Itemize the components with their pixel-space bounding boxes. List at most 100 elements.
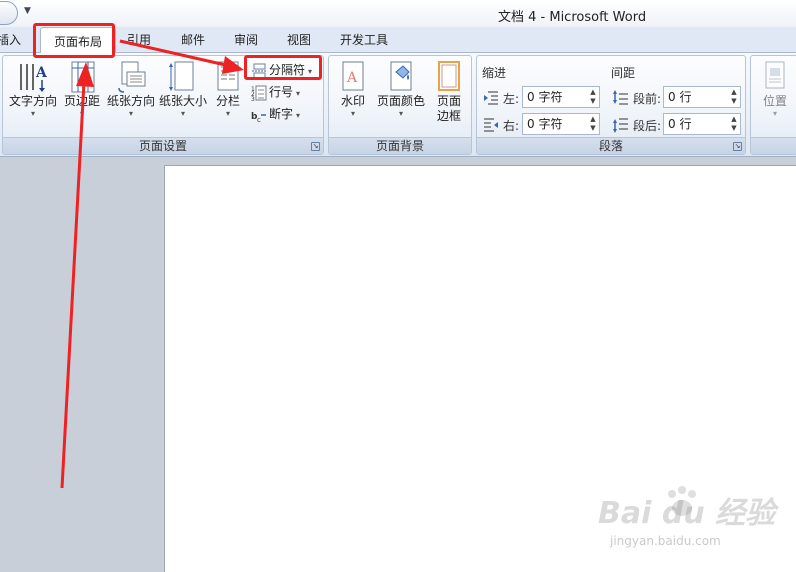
title-bar: ▼ 文档 4 - Microsoft Word — [0, 0, 796, 27]
tab-page-layout[interactable]: 页面布局 — [40, 27, 117, 54]
page-borders-label-2: 边框 — [436, 109, 461, 123]
page-color-label: 页面颜色 — [376, 94, 425, 108]
tab-view[interactable]: 视图 — [287, 31, 311, 48]
arrange-group: 位置 ▾ — [750, 55, 796, 155]
watermark-button[interactable]: A 水印 ▾ — [333, 58, 373, 130]
tab-review[interactable]: 审阅 — [234, 31, 258, 48]
spinner-arrows-icon[interactable]: ▲ ▼ — [588, 115, 598, 133]
page-setup-group: A 文字方向 ▾ 页边距 ▾ 纸张方向 ▾ 纸张大小 ▾ 分栏 ▾ 分隔符 ▾ … — [2, 55, 324, 155]
chevron-down-icon: ▾ — [772, 109, 777, 118]
watermark-brand: Bai du 经验 — [598, 496, 776, 531]
page-setup-launcher-icon[interactable]: ↘ — [311, 142, 320, 151]
text-direction-button[interactable]: A 文字方向 ▾ — [7, 58, 59, 130]
margins-button[interactable]: 页边距 ▾ — [59, 58, 105, 130]
line-numbers-button[interactable]: 1 2 3 行号 ▾ — [251, 82, 300, 102]
page-setup-group-label: 页面设置 — [3, 137, 323, 154]
spacing-after-value: 0 行 — [668, 117, 692, 131]
spinner-arrows-icon[interactable]: ▲ ▼ — [588, 88, 598, 106]
window-title: 文档 4 - Microsoft Word — [498, 10, 647, 25]
position-icon — [765, 61, 785, 89]
paragraph-group-label: 段落 — [477, 137, 745, 154]
watermark-label: 水印 — [340, 94, 365, 108]
indent-right-icon — [484, 118, 498, 132]
paper-size-icon — [169, 61, 194, 91]
chevron-down-icon: ▾ — [225, 109, 230, 118]
spacing-title: 间距 — [611, 66, 636, 80]
chevron-down-icon: ▾ — [79, 109, 84, 118]
position-label: 位置 — [762, 94, 787, 108]
columns-label: 分栏 — [215, 94, 240, 108]
margins-label: 页边距 — [63, 94, 100, 108]
indent-right-label: 右: — [503, 119, 520, 133]
line-numbers-label: 行号 — [269, 85, 294, 99]
orientation-button[interactable]: 纸张方向 ▾ — [105, 58, 157, 130]
tab-insert[interactable]: 插入 — [0, 31, 21, 48]
hyphenation-icon: b c — [251, 112, 266, 123]
spacing-before-label: 段前: — [633, 92, 662, 106]
ribbon: A 文字方向 ▾ 页边距 ▾ 纸张方向 ▾ 纸张大小 ▾ 分栏 ▾ 分隔符 ▾ … — [0, 53, 796, 157]
page-borders-icon — [438, 61, 460, 91]
chevron-down-icon: ▾ — [128, 109, 133, 118]
baidu-watermark: Bai du 经验 jingyan.baidu.com — [588, 486, 788, 556]
page-borders-button[interactable]: 页面 边框 — [429, 58, 469, 130]
paragraph-group: 缩进 间距 左: 0 字符 ▲ ▼ 右: 0 字符 ▲ ▼ 段前: 0 行 ▲ … — [476, 55, 746, 155]
position-button[interactable]: 位置 ▾ — [755, 58, 795, 130]
tab-developer[interactable]: 开发工具 — [340, 31, 388, 48]
orientation-icon — [118, 61, 146, 93]
chevron-down-icon: ▾ — [30, 109, 35, 118]
spinner-arrows-icon[interactable]: ▲ ▼ — [729, 88, 739, 106]
spacing-after-input[interactable]: 0 行 ▲ ▼ — [663, 113, 741, 135]
quick-access-dropdown-icon[interactable]: ▼ — [24, 6, 31, 16]
indent-right-value: 0 字符 — [527, 117, 563, 131]
ribbon-tabs: 插入 页面布局 引用 邮件 审阅 视图 开发工具 — [0, 27, 796, 54]
page-color-button[interactable]: 页面颜色 ▾ — [373, 58, 429, 130]
size-button[interactable]: 纸张大小 ▾ — [157, 58, 209, 130]
spacing-before-icon — [613, 90, 628, 105]
spinner-arrows-icon[interactable]: ▲ ▼ — [729, 115, 739, 133]
spacing-before-input[interactable]: 0 行 ▲ ▼ — [663, 86, 741, 108]
chevron-down-icon: ▾ — [296, 111, 301, 120]
paragraph-launcher-icon[interactable]: ↘ — [733, 142, 742, 151]
svg-text:3: 3 — [251, 96, 255, 101]
text-direction-label: 文字方向 — [8, 94, 57, 108]
page-background-group: A 水印 ▾ 页面颜色 ▾ 页面 边框 页面背景 — [328, 55, 472, 155]
chevron-down-icon: ▾ — [180, 109, 185, 118]
indent-right-input[interactable]: 0 字符 ▲ ▼ — [522, 113, 600, 135]
columns-button[interactable]: 分栏 ▾ — [209, 58, 247, 130]
tab-references[interactable]: 引用 — [127, 31, 151, 48]
margins-icon — [71, 61, 95, 93]
chevron-down-icon: ▾ — [296, 89, 301, 98]
tab-mailings[interactable]: 邮件 — [181, 31, 205, 48]
indent-left-input[interactable]: 0 字符 ▲ ▼ — [522, 86, 600, 108]
chevron-down-icon: ▾ — [398, 109, 403, 118]
svg-text:A: A — [35, 65, 48, 81]
size-label: 纸张大小 — [158, 94, 207, 108]
svg-text:A: A — [346, 70, 358, 86]
page-background-group-label: 页面背景 — [329, 137, 471, 154]
breaks-button[interactable]: 分隔符 ▾ — [251, 60, 312, 80]
watermark-url: jingyan.baidu.com — [610, 534, 721, 548]
breaks-icon — [252, 63, 266, 78]
indent-title: 缩进 — [482, 66, 507, 80]
spacing-before-value: 0 行 — [668, 90, 692, 104]
page-color-icon — [390, 61, 412, 91]
breaks-label: 分隔符 — [269, 63, 306, 77]
arrange-group-label — [751, 137, 796, 154]
chevron-down-icon: ▾ — [308, 67, 313, 76]
spacing-after-icon — [613, 118, 628, 133]
page-borders-label-1: 页面 — [436, 94, 461, 108]
columns-icon — [217, 61, 239, 91]
hyphenation-label: 断字 — [269, 107, 294, 121]
orientation-label: 纸张方向 — [106, 94, 155, 108]
svg-text:c: c — [257, 116, 261, 123]
watermark-icon: A — [342, 61, 364, 91]
indent-left-value: 0 字符 — [527, 90, 563, 104]
text-direction-icon: A — [20, 64, 48, 92]
spacing-after-label: 段后: — [633, 119, 662, 133]
line-numbers-icon: 1 2 3 — [251, 85, 267, 101]
office-button[interactable] — [0, 1, 18, 25]
hyphenation-button[interactable]: b c 断字 ▾ — [251, 104, 300, 124]
indent-left-label: 左: — [503, 92, 520, 106]
indent-left-icon — [484, 91, 498, 105]
chevron-down-icon: ▾ — [350, 109, 355, 118]
